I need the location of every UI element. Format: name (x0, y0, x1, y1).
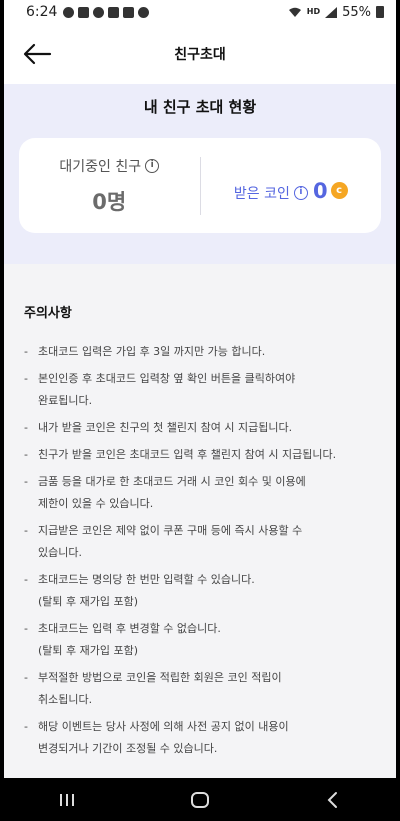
notification-icon (93, 6, 105, 18)
pending-friends-value: 0명 (92, 189, 127, 214)
notification-icon (138, 6, 150, 18)
notice-item-line: 금품 등을 대가로 한 초대코드 거래 시 코인 회수 및 이용에 (38, 475, 306, 488)
notice-item-line: 부적절한 방법으로 코인을 적립한 회원은 코인 적립이 (38, 671, 282, 684)
notice-item-line: 변경되거나 기간이 조정될 수 있습니다. (38, 742, 218, 755)
notice-item-line: 초대코드는 명의당 한 번만 입력할 수 있습니다. (38, 573, 255, 586)
notice-list: 초대코드 입력은 가입 후 3일 까지만 가능 합니다. 본인인증 후 초대코드 … (24, 341, 376, 760)
notice-item-line: 제한이 있을 수 있습니다. (38, 497, 154, 510)
received-coins-label: 받은 코인 (233, 185, 290, 202)
home-icon (190, 791, 209, 808)
battery-percent: 55% (342, 4, 371, 20)
notice-item-line: 지급받은 코인은 제약 없이 쿠폰 구매 등에 즉시 사용할 수 (38, 524, 303, 537)
notice-item-line: 완료됩니다. (38, 394, 93, 407)
summary-card: 대기중인 친구 i 0명 받은 코인 i 0 c (19, 138, 381, 233)
recent-apps-icon (59, 793, 74, 806)
page-title: 친구초대 (174, 47, 226, 63)
recent-apps-button[interactable] (47, 785, 87, 815)
notice-item: 부적절한 방법으로 코인을 적립한 회원은 코인 적립이취소됩니다. (24, 667, 376, 711)
status-time: 6:24 (26, 4, 58, 20)
pending-friends-label: 대기중인 친구 (59, 158, 142, 175)
status-bar: 6:24 HD 55% (4, 0, 396, 24)
signal-icon (325, 6, 338, 18)
notification-icon (63, 6, 75, 18)
notice-item: 금품 등을 대가로 한 초대코드 거래 시 코인 회수 및 이용에제한이 있을 … (24, 471, 376, 515)
back-nav-button[interactable] (313, 785, 353, 815)
notice-item-line: 초대코드 입력은 가입 후 3일 까지만 가능 합니다. (38, 345, 266, 358)
notice-section: 주의사항 초대코드 입력은 가입 후 3일 까지만 가능 합니다. 본인인증 후 … (4, 264, 396, 760)
summary-title: 내 친구 초대 현황 (143, 98, 257, 116)
received-coins-value: 0 (312, 178, 328, 203)
notification-icon (108, 6, 120, 18)
info-icon[interactable]: i (145, 158, 160, 173)
notice-item-line: 친구가 받을 코인은 초대코드 입력 후 챌린지 참여 시 지급됩니다. (38, 448, 337, 461)
notice-item: 초대코드 입력은 가입 후 3일 까지만 가능 합니다. (24, 341, 376, 363)
pending-friends-stat: 대기중인 친구 i 0명 (19, 156, 200, 216)
network-badge: HD (306, 7, 321, 16)
chevron-left-icon (327, 791, 338, 808)
back-button[interactable] (22, 40, 54, 68)
notice-item: 본인인증 후 초대코드 입력창 옆 확인 버튼을 클릭하여야완료됩니다. (24, 368, 376, 412)
notice-item-line: 있습니다. (38, 546, 82, 559)
received-coins-stat: 받은 코인 i 0 c (201, 169, 382, 203)
notice-item: 초대코드는 명의당 한 번만 입력할 수 있습니다. (탈퇴 후 재가입 포함) (24, 569, 376, 613)
notice-item-line: 해당 이벤트는 당사 사정에 의해 사전 공지 없이 내용이 (38, 720, 289, 733)
app-screen: 6:24 HD 55% 친구초대 내 친구 초대 현황 대기중인 친구 i 0명… (4, 0, 396, 778)
notice-item-line: (탈퇴 후 재가입 포함) (38, 644, 139, 657)
notice-item-line: (탈퇴 후 재가입 포함) (38, 595, 139, 608)
notice-item-line: 초대코드는 입력 후 변경할 수 없습니다. (38, 622, 221, 635)
notice-item: 친구가 받을 코인은 초대코드 입력 후 챌린지 참여 시 지급됩니다. (24, 444, 376, 466)
battery-icon (376, 6, 384, 18)
invite-summary-section: 내 친구 초대 현황 대기중인 친구 i 0명 받은 코인 i 0 c (4, 84, 396, 264)
notice-item-line: 본인인증 후 초대코드 입력창 옆 확인 버튼을 클릭하여야 (38, 372, 296, 385)
arrow-left-icon (23, 43, 52, 65)
wifi-icon (288, 7, 301, 17)
notice-title: 주의사항 (24, 306, 72, 321)
app-header: 친구초대 (4, 24, 396, 84)
notification-icon (78, 6, 90, 18)
notice-item: 해당 이벤트는 당사 사정에 의해 사전 공지 없이 내용이변경되거나 기간이 … (24, 716, 376, 760)
info-icon[interactable]: i (293, 185, 308, 200)
notice-item-line: 내가 받을 코인은 친구의 첫 챌린지 참여 시 지급됩니다. (38, 421, 293, 434)
home-button[interactable] (180, 785, 220, 815)
system-nav-bar (0, 778, 400, 821)
coin-icon: c (330, 182, 348, 199)
notice-item: 초대코드는 입력 후 변경할 수 없습니다. (탈퇴 후 재가입 포함) (24, 618, 376, 662)
notice-item: 내가 받을 코인은 친구의 첫 챌린지 참여 시 지급됩니다. (24, 417, 376, 439)
image-icon (123, 6, 135, 18)
notice-item: 지급받은 코인은 제약 없이 쿠폰 구매 등에 즉시 사용할 수있습니다. (24, 520, 376, 564)
notice-item-line: 취소됩니다. (38, 693, 93, 706)
